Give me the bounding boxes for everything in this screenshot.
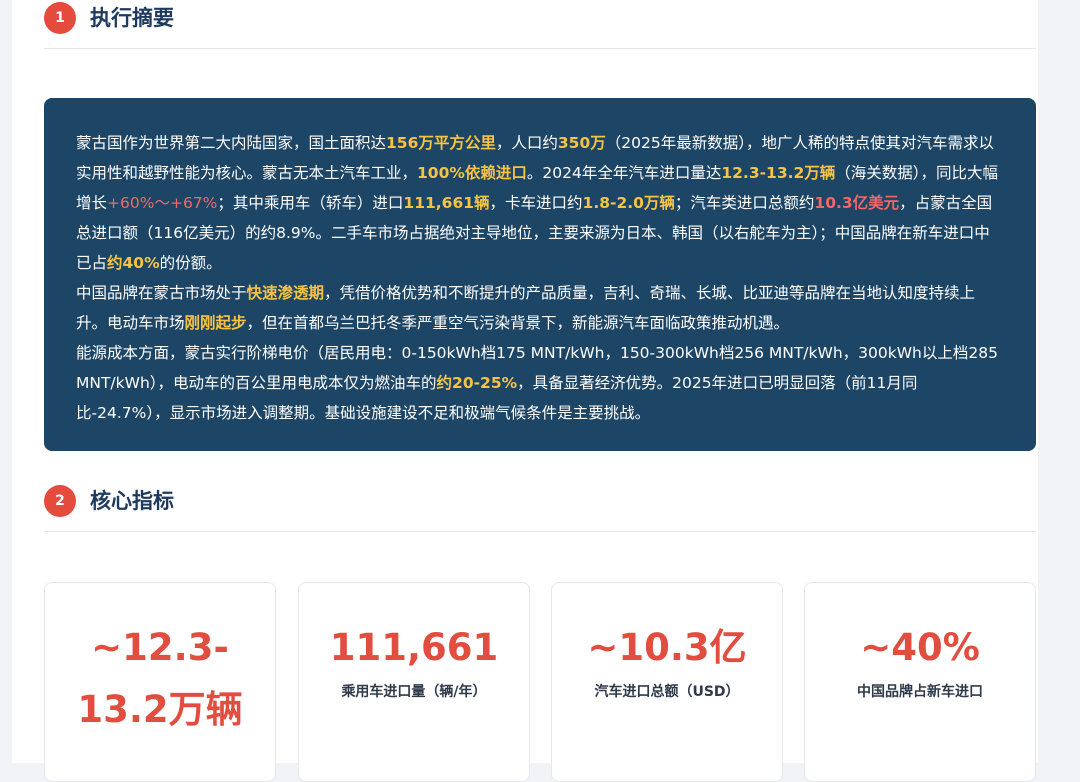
metric-card-china-share: ~40% 中国品牌占新车进口	[804, 582, 1036, 782]
highlight-import-volume: 12.3-13.2万辆	[721, 164, 836, 182]
metric-label: 汽车进口总额（USD）	[594, 684, 740, 700]
metric-value: ~10.3亿	[587, 626, 747, 669]
metric-value: ~12.3-13.2万辆	[77, 626, 243, 731]
highlight-area: 156万平方公里	[386, 134, 496, 152]
text: ；汽车类进口总额约	[674, 194, 815, 212]
text: 蒙古国作为世界第二大内陆国家，国土面积达	[76, 134, 387, 152]
highlight-import-dependency: 100%依赖进口	[417, 164, 527, 182]
metric-card-passenger-cars: 111,661 乘用车进口量（辆/年）	[298, 582, 530, 782]
executive-summary-box: 蒙古国作为世界第二大内陆国家，国土面积达156万平方公里，人口约350万（202…	[44, 98, 1036, 451]
text: ，但在首都乌兰巴托冬季严重空气污染背景下，新能源汽车面临政策推动机遇。	[246, 314, 790, 332]
metric-card-import-volume: ~12.3-13.2万辆	[44, 582, 276, 782]
section-header-metrics: 2 核心指标	[44, 485, 1036, 532]
highlight-ev-start: 刚刚起步	[184, 314, 247, 332]
metric-value: ~40%	[860, 626, 980, 669]
metric-card-import-value: ~10.3亿 汽车进口总额（USD）	[551, 582, 783, 782]
report-page: 1 执行摘要 蒙古国作为世界第二大内陆国家，国土面积达156万平方公里，人口约3…	[12, 0, 1038, 782]
highlight-penetration: 快速渗透期	[246, 284, 325, 302]
text: 中国品牌在蒙古市场处于	[76, 284, 247, 302]
section-number-badge: 1	[44, 2, 76, 34]
highlight-ev-cost: 约20-25%	[436, 374, 518, 392]
text: 的份额。	[159, 254, 222, 272]
summary-paragraph-energy: 能源成本方面，蒙古实行阶梯电价（居民用电：0-150kWh档175 MNT/kW…	[76, 338, 1004, 428]
summary-paragraph-market: 蒙古国作为世界第二大内陆国家，国土面积达156万平方公里，人口约350万（202…	[76, 128, 1004, 278]
section-title: 核心指标	[90, 489, 174, 513]
text: ；其中乘用车（轿车）进口	[217, 194, 404, 212]
metric-label: 中国品牌占新车进口	[857, 684, 983, 700]
summary-paragraph-china-brands: 中国品牌在蒙古市场处于快速渗透期，凭借价格优势和不断提升的产品质量，吉利、奇瑞、…	[76, 278, 1004, 338]
text: 。2024年全年汽车进口量达	[526, 164, 722, 182]
highlight-growth: +60%～+67%	[107, 194, 218, 212]
text: ，卡车进口约	[489, 194, 583, 212]
section-title: 执行摘要	[90, 6, 174, 30]
metric-label: 乘用车进口量（辆/年）	[341, 684, 487, 700]
highlight-passenger-cars: 111,661辆	[403, 194, 490, 212]
section-number-badge: 2	[44, 485, 76, 517]
section-header-summary: 1 执行摘要	[44, 2, 1036, 49]
highlight-china-share: 约40%	[107, 254, 160, 272]
text: ，人口约	[495, 134, 558, 152]
highlight-import-value: 10.3亿美元	[814, 194, 900, 212]
highlight-population: 350万	[557, 134, 606, 152]
metric-value: 111,661	[329, 626, 499, 669]
highlight-trucks: 1.8-2.0万辆	[582, 194, 675, 212]
